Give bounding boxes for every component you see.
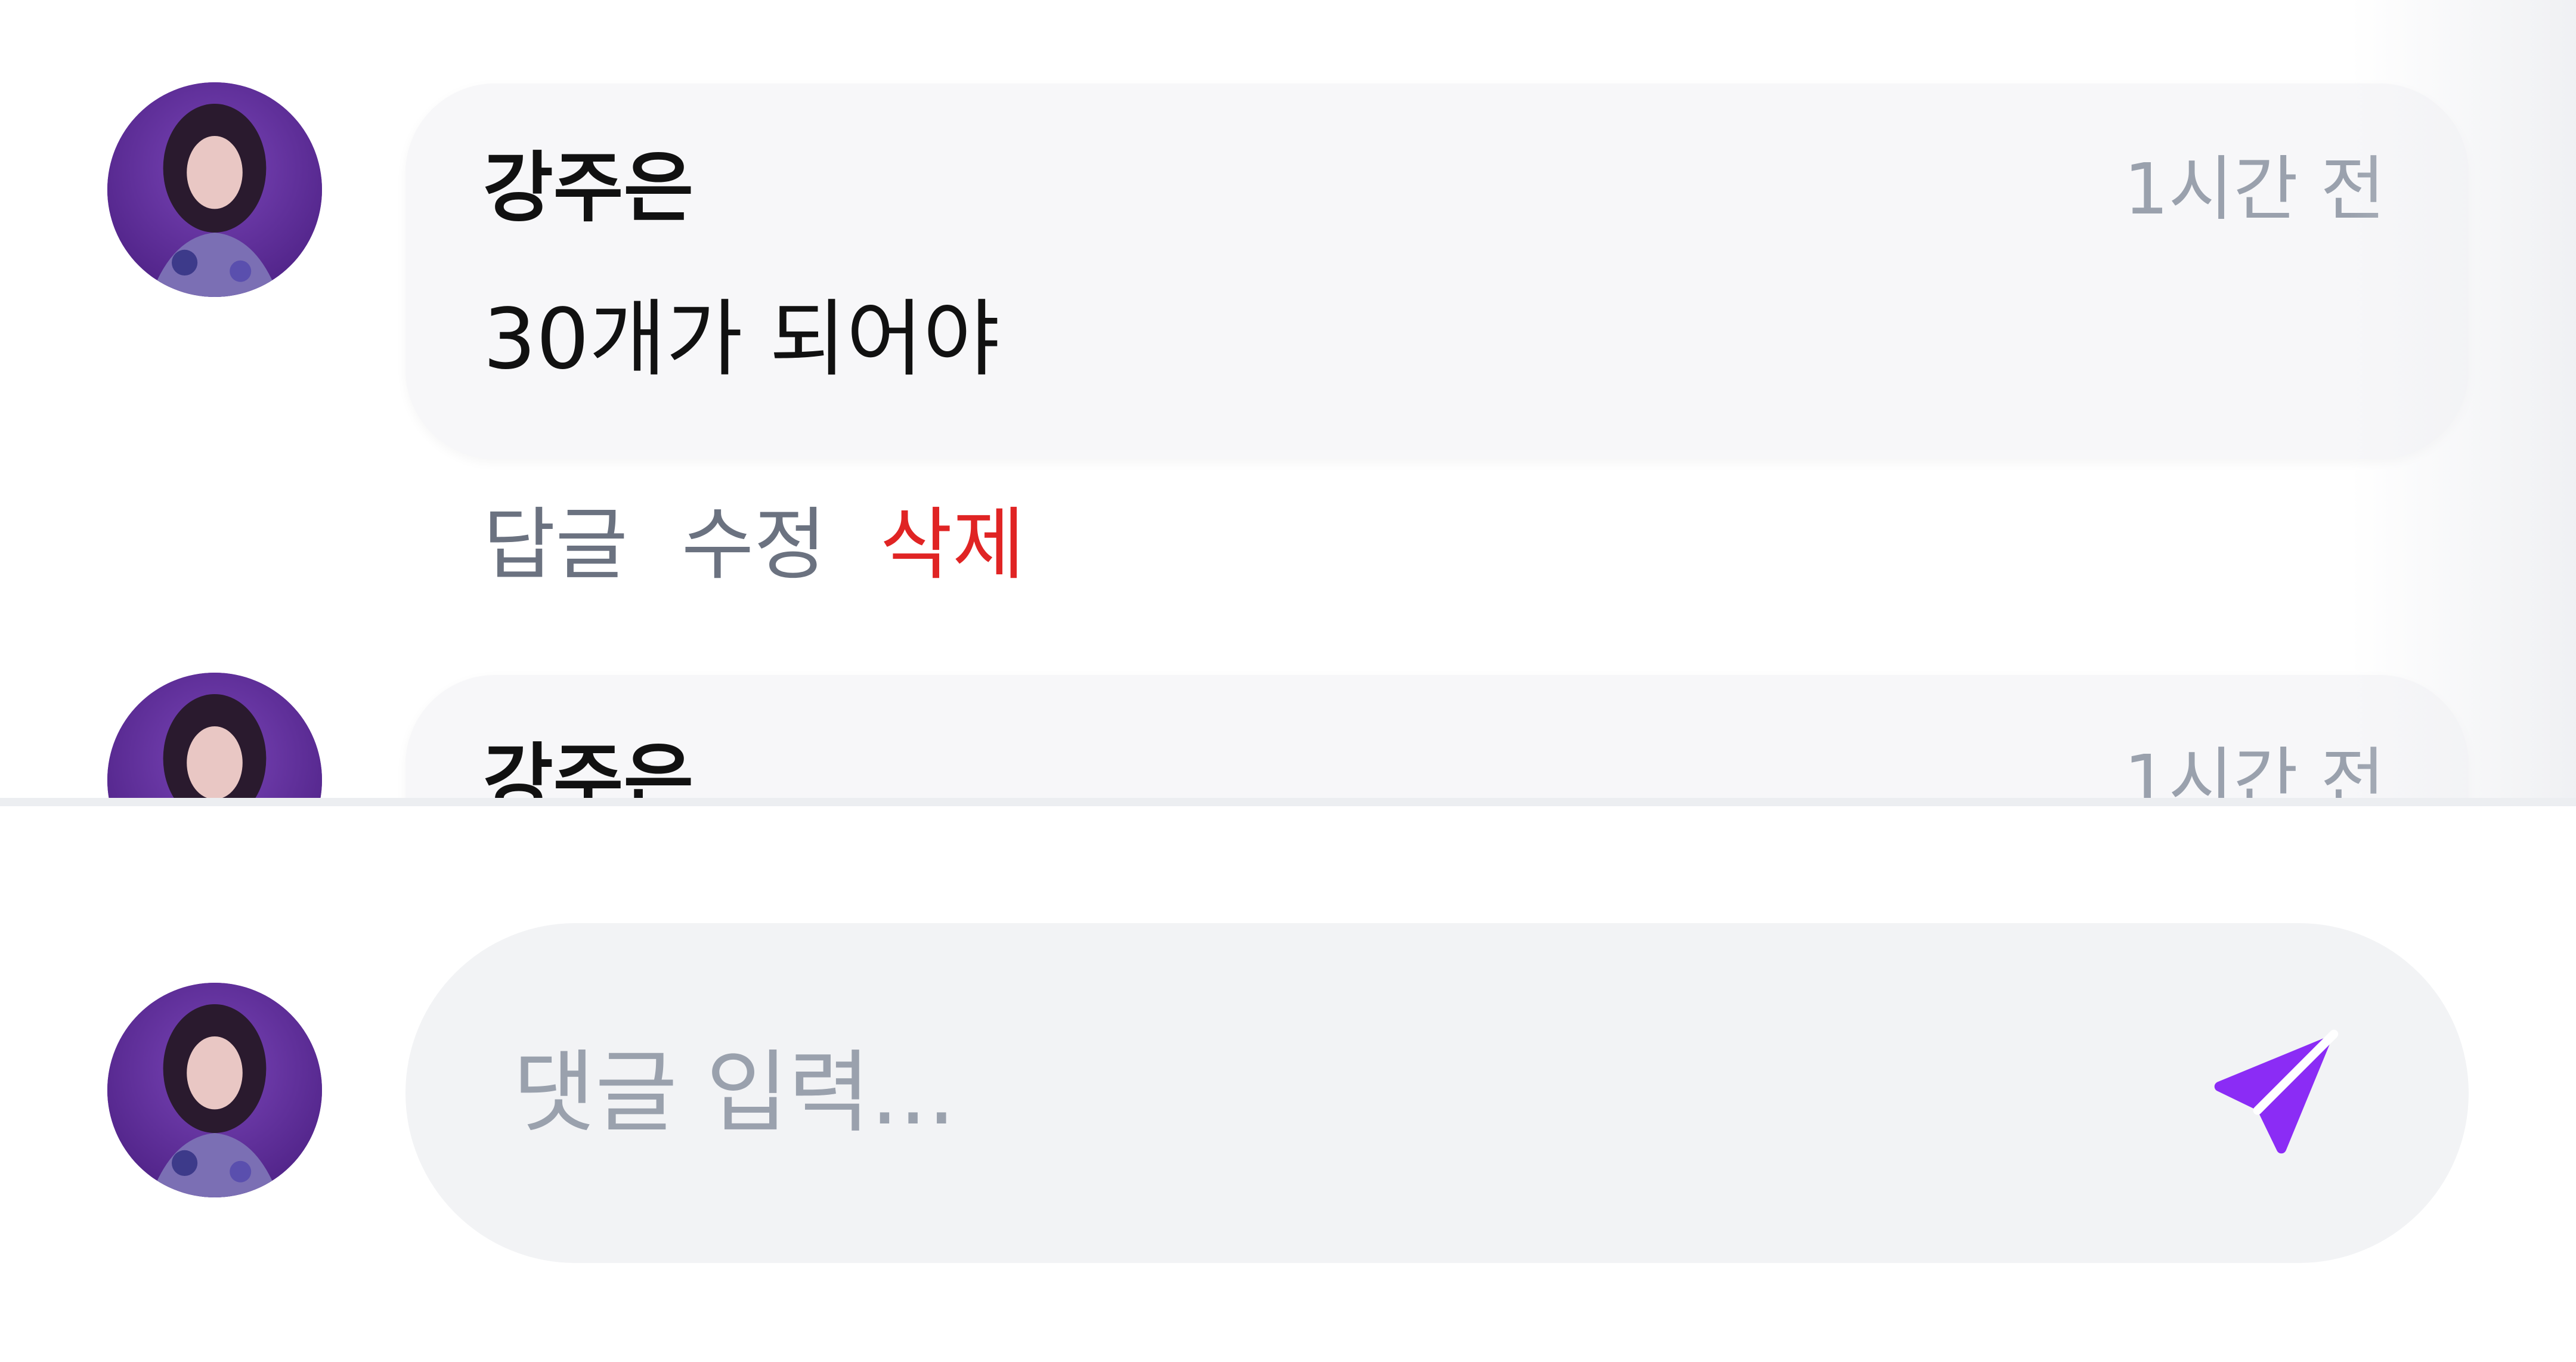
comment-list[interactable]: 강주은 1시간 전 30개가 되어야 답글 수정 삭제 강주은 1시간 전 (0, 0, 2576, 798)
comment-item: 강주은 1시간 전 (0, 673, 2576, 798)
comment-timestamp: 1시간 전 (2123, 148, 2385, 230)
comment-composer (0, 798, 2576, 1362)
edit-button[interactable]: 수정 (682, 506, 826, 584)
comment-bubble: 강주은 1시간 전 (405, 675, 2469, 798)
avatar-image (107, 82, 322, 297)
comment-bubble: 강주은 1시간 전 30개가 되어야 (405, 83, 2469, 459)
comment-author[interactable]: 강주은 (483, 742, 693, 798)
avatar[interactable] (107, 673, 322, 798)
send-button[interactable] (2200, 1019, 2349, 1168)
delete-button[interactable]: 삭제 (880, 506, 1025, 584)
paper-plane-icon (2214, 1029, 2339, 1154)
avatar-image (107, 673, 322, 798)
comment-actions: 답글 수정 삭제 (483, 506, 1025, 584)
comment-item: 강주은 1시간 전 30개가 되어야 답글 수정 삭제 (0, 0, 2576, 656)
comment-text: 30개가 되어야 (483, 291, 1000, 388)
comment-author[interactable]: 강주은 (483, 150, 693, 227)
comment-input-container (405, 923, 2469, 1263)
avatar-image (107, 983, 322, 1197)
current-user-avatar (107, 983, 322, 1197)
avatar[interactable] (107, 82, 322, 297)
comment-input[interactable] (513, 1013, 2182, 1174)
comments-screen: 강주은 1시간 전 30개가 되어야 답글 수정 삭제 강주은 1시간 전 댓글… (0, 0, 2576, 1362)
reply-button[interactable]: 답글 (483, 506, 628, 584)
comment-timestamp: 1시간 전 (2123, 739, 2385, 798)
